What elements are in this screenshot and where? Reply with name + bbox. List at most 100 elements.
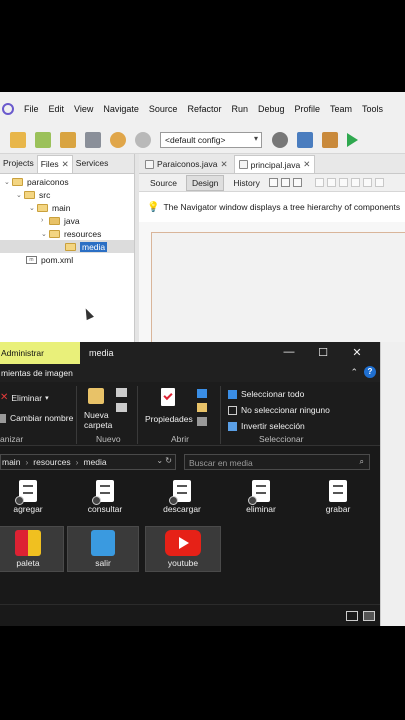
tree-item-java[interactable]: › java bbox=[41, 214, 80, 227]
address-dropdown-refresh-icon[interactable]: ⌄ ↻ bbox=[156, 456, 172, 465]
tree-item-resources[interactable]: ⌄ resources bbox=[41, 227, 101, 240]
align-right-icon[interactable] bbox=[326, 178, 336, 187]
close-button[interactable]: ✕ bbox=[340, 346, 374, 359]
tree-item-paraiconos[interactable]: ⌄ paraiconos bbox=[4, 175, 69, 188]
center-horizontally-icon[interactable] bbox=[338, 178, 348, 187]
chevron-down-icon[interactable]: ⌄ bbox=[4, 178, 12, 186]
menu-tools[interactable]: Tools bbox=[362, 104, 383, 114]
edit-icon[interactable] bbox=[197, 403, 207, 412]
globe-icon[interactable] bbox=[272, 131, 288, 148]
tab-projects[interactable]: Projects bbox=[0, 155, 37, 173]
new-item-icon[interactable] bbox=[116, 388, 127, 397]
run-icon[interactable] bbox=[347, 132, 358, 147]
select-none-button[interactable]: No seleccionar ninguno bbox=[228, 405, 330, 415]
new-folder-button[interactable]: Nueva carpeta bbox=[84, 410, 112, 430]
details-view-icon[interactable] bbox=[346, 611, 358, 621]
tree-item-pom[interactable]: m pom.xml bbox=[26, 253, 73, 266]
properties-icon[interactable] bbox=[161, 388, 175, 406]
chevron-down-icon[interactable]: ⌄ bbox=[16, 191, 24, 199]
minimize-button[interactable]: — bbox=[272, 346, 306, 359]
tab-label: principal.java bbox=[250, 159, 301, 170]
java-form-icon bbox=[238, 160, 248, 169]
breadcrumb-main[interactable]: main bbox=[2, 457, 20, 467]
align-bottom-icon[interactable] bbox=[362, 178, 372, 187]
easy-access-icon[interactable] bbox=[116, 403, 127, 412]
large-icons-view-icon[interactable] bbox=[363, 611, 375, 621]
tree-item-main[interactable]: ⌄ main bbox=[29, 201, 70, 214]
new-file-icon[interactable] bbox=[10, 131, 26, 148]
file-item-grabar[interactable]: grabar bbox=[302, 480, 374, 514]
menu-source[interactable]: Source bbox=[149, 104, 178, 114]
history-icon[interactable] bbox=[197, 417, 207, 426]
chevron-right-icon[interactable]: › bbox=[25, 457, 28, 467]
file-item-salir[interactable]: salir bbox=[67, 526, 139, 572]
new-folder-icon[interactable] bbox=[88, 388, 104, 404]
connection-mode-icon[interactable] bbox=[280, 178, 290, 187]
new-project-icon[interactable] bbox=[35, 131, 51, 148]
properties-button[interactable]: Propiedades bbox=[145, 414, 193, 424]
menu-edit[interactable]: Edit bbox=[49, 104, 65, 114]
file-item-eliminar[interactable]: eliminar bbox=[225, 480, 297, 514]
tab-administrar[interactable]: Administrar bbox=[0, 342, 80, 364]
maximize-button[interactable]: ☐ bbox=[306, 346, 340, 359]
menu-debug[interactable]: Debug bbox=[258, 104, 285, 114]
invert-selection-button[interactable]: Invertir selección bbox=[228, 421, 305, 431]
close-icon[interactable]: ✕ bbox=[303, 159, 310, 170]
delete-button[interactable]: ✕ Eliminar ▾ bbox=[0, 392, 49, 403]
menu-view[interactable]: View bbox=[74, 104, 93, 114]
tab-principal-java[interactable]: principal.java ✕ bbox=[233, 155, 316, 173]
save-all-icon[interactable] bbox=[85, 131, 101, 148]
close-icon[interactable]: ✕ bbox=[62, 159, 69, 169]
help-icon[interactable]: ? bbox=[364, 366, 376, 378]
menu-run[interactable]: Run bbox=[231, 104, 248, 114]
menu-profile[interactable]: Profile bbox=[295, 104, 321, 114]
preview-design-icon[interactable] bbox=[292, 178, 302, 187]
breadcrumb-media[interactable]: media bbox=[83, 457, 106, 467]
file-item-paleta[interactable]: paleta bbox=[0, 526, 64, 572]
rename-button[interactable]: Cambiar nombre bbox=[0, 413, 73, 423]
file-item-consultar[interactable]: consultar bbox=[69, 480, 141, 514]
menu-file[interactable]: File bbox=[24, 104, 39, 114]
breadcrumb-resources[interactable]: resources bbox=[33, 457, 70, 467]
center-vertically-icon[interactable] bbox=[374, 178, 384, 187]
close-icon[interactable]: ✕ bbox=[220, 159, 227, 170]
search-icon[interactable]: ⌕ bbox=[360, 457, 364, 467]
tab-herramientas-de-imagen[interactable]: mientas de imagen bbox=[0, 368, 73, 378]
align-left-icon[interactable] bbox=[314, 178, 324, 187]
select-all-button[interactable]: Seleccionar todo bbox=[228, 389, 304, 399]
align-top-icon[interactable] bbox=[350, 178, 360, 187]
search-input[interactable]: Buscar en media ⌕ bbox=[184, 454, 370, 470]
source-button[interactable]: Source bbox=[145, 176, 182, 190]
tab-paraiconos-java[interactable]: Paraiconos.java ✕ bbox=[141, 155, 232, 173]
collapse-ribbon-icon[interactable]: ⌃ bbox=[350, 367, 358, 378]
tree-item-media[interactable]: media bbox=[65, 240, 108, 253]
history-button[interactable]: History bbox=[228, 176, 264, 190]
design-button[interactable]: Design bbox=[185, 174, 225, 191]
document-icon bbox=[248, 480, 270, 505]
chevron-down-icon[interactable]: ⌄ bbox=[41, 230, 49, 238]
tab-services[interactable]: Services bbox=[73, 155, 112, 173]
tab-files[interactable]: Files ✕ bbox=[36, 155, 73, 173]
menu-navigate[interactable]: Navigate bbox=[103, 104, 139, 114]
redo-icon[interactable] bbox=[135, 131, 151, 148]
file-item-youtube[interactable]: youtube bbox=[145, 526, 221, 572]
menu-refactor[interactable]: Refactor bbox=[187, 104, 221, 114]
config-select[interactable]: <default config> ▾ bbox=[160, 131, 262, 148]
menu-team[interactable]: Team bbox=[330, 104, 352, 114]
open-project-icon[interactable] bbox=[60, 131, 76, 148]
chevron-down-icon[interactable]: ⌄ bbox=[29, 204, 37, 212]
build-hammer-icon[interactable] bbox=[297, 131, 313, 148]
tree-item-src[interactable]: ⌄ src bbox=[16, 188, 50, 201]
netbeans-logo-icon bbox=[2, 103, 14, 115]
chevron-right-icon[interactable]: › bbox=[41, 217, 49, 224]
clean-build-icon[interactable] bbox=[322, 131, 338, 148]
undo-icon[interactable] bbox=[110, 131, 126, 148]
open-icon[interactable] bbox=[197, 389, 207, 398]
file-item-agregar[interactable]: agregar bbox=[0, 480, 64, 514]
chevron-right-icon[interactable]: › bbox=[76, 457, 79, 467]
selection-mode-icon[interactable] bbox=[268, 178, 278, 187]
file-label: grabar bbox=[325, 504, 351, 514]
address-bar[interactable]: main › resources › media ⌄ ↻ bbox=[0, 454, 176, 470]
java-file-icon bbox=[145, 159, 154, 169]
file-item-descargar[interactable]: descargar bbox=[146, 480, 218, 514]
